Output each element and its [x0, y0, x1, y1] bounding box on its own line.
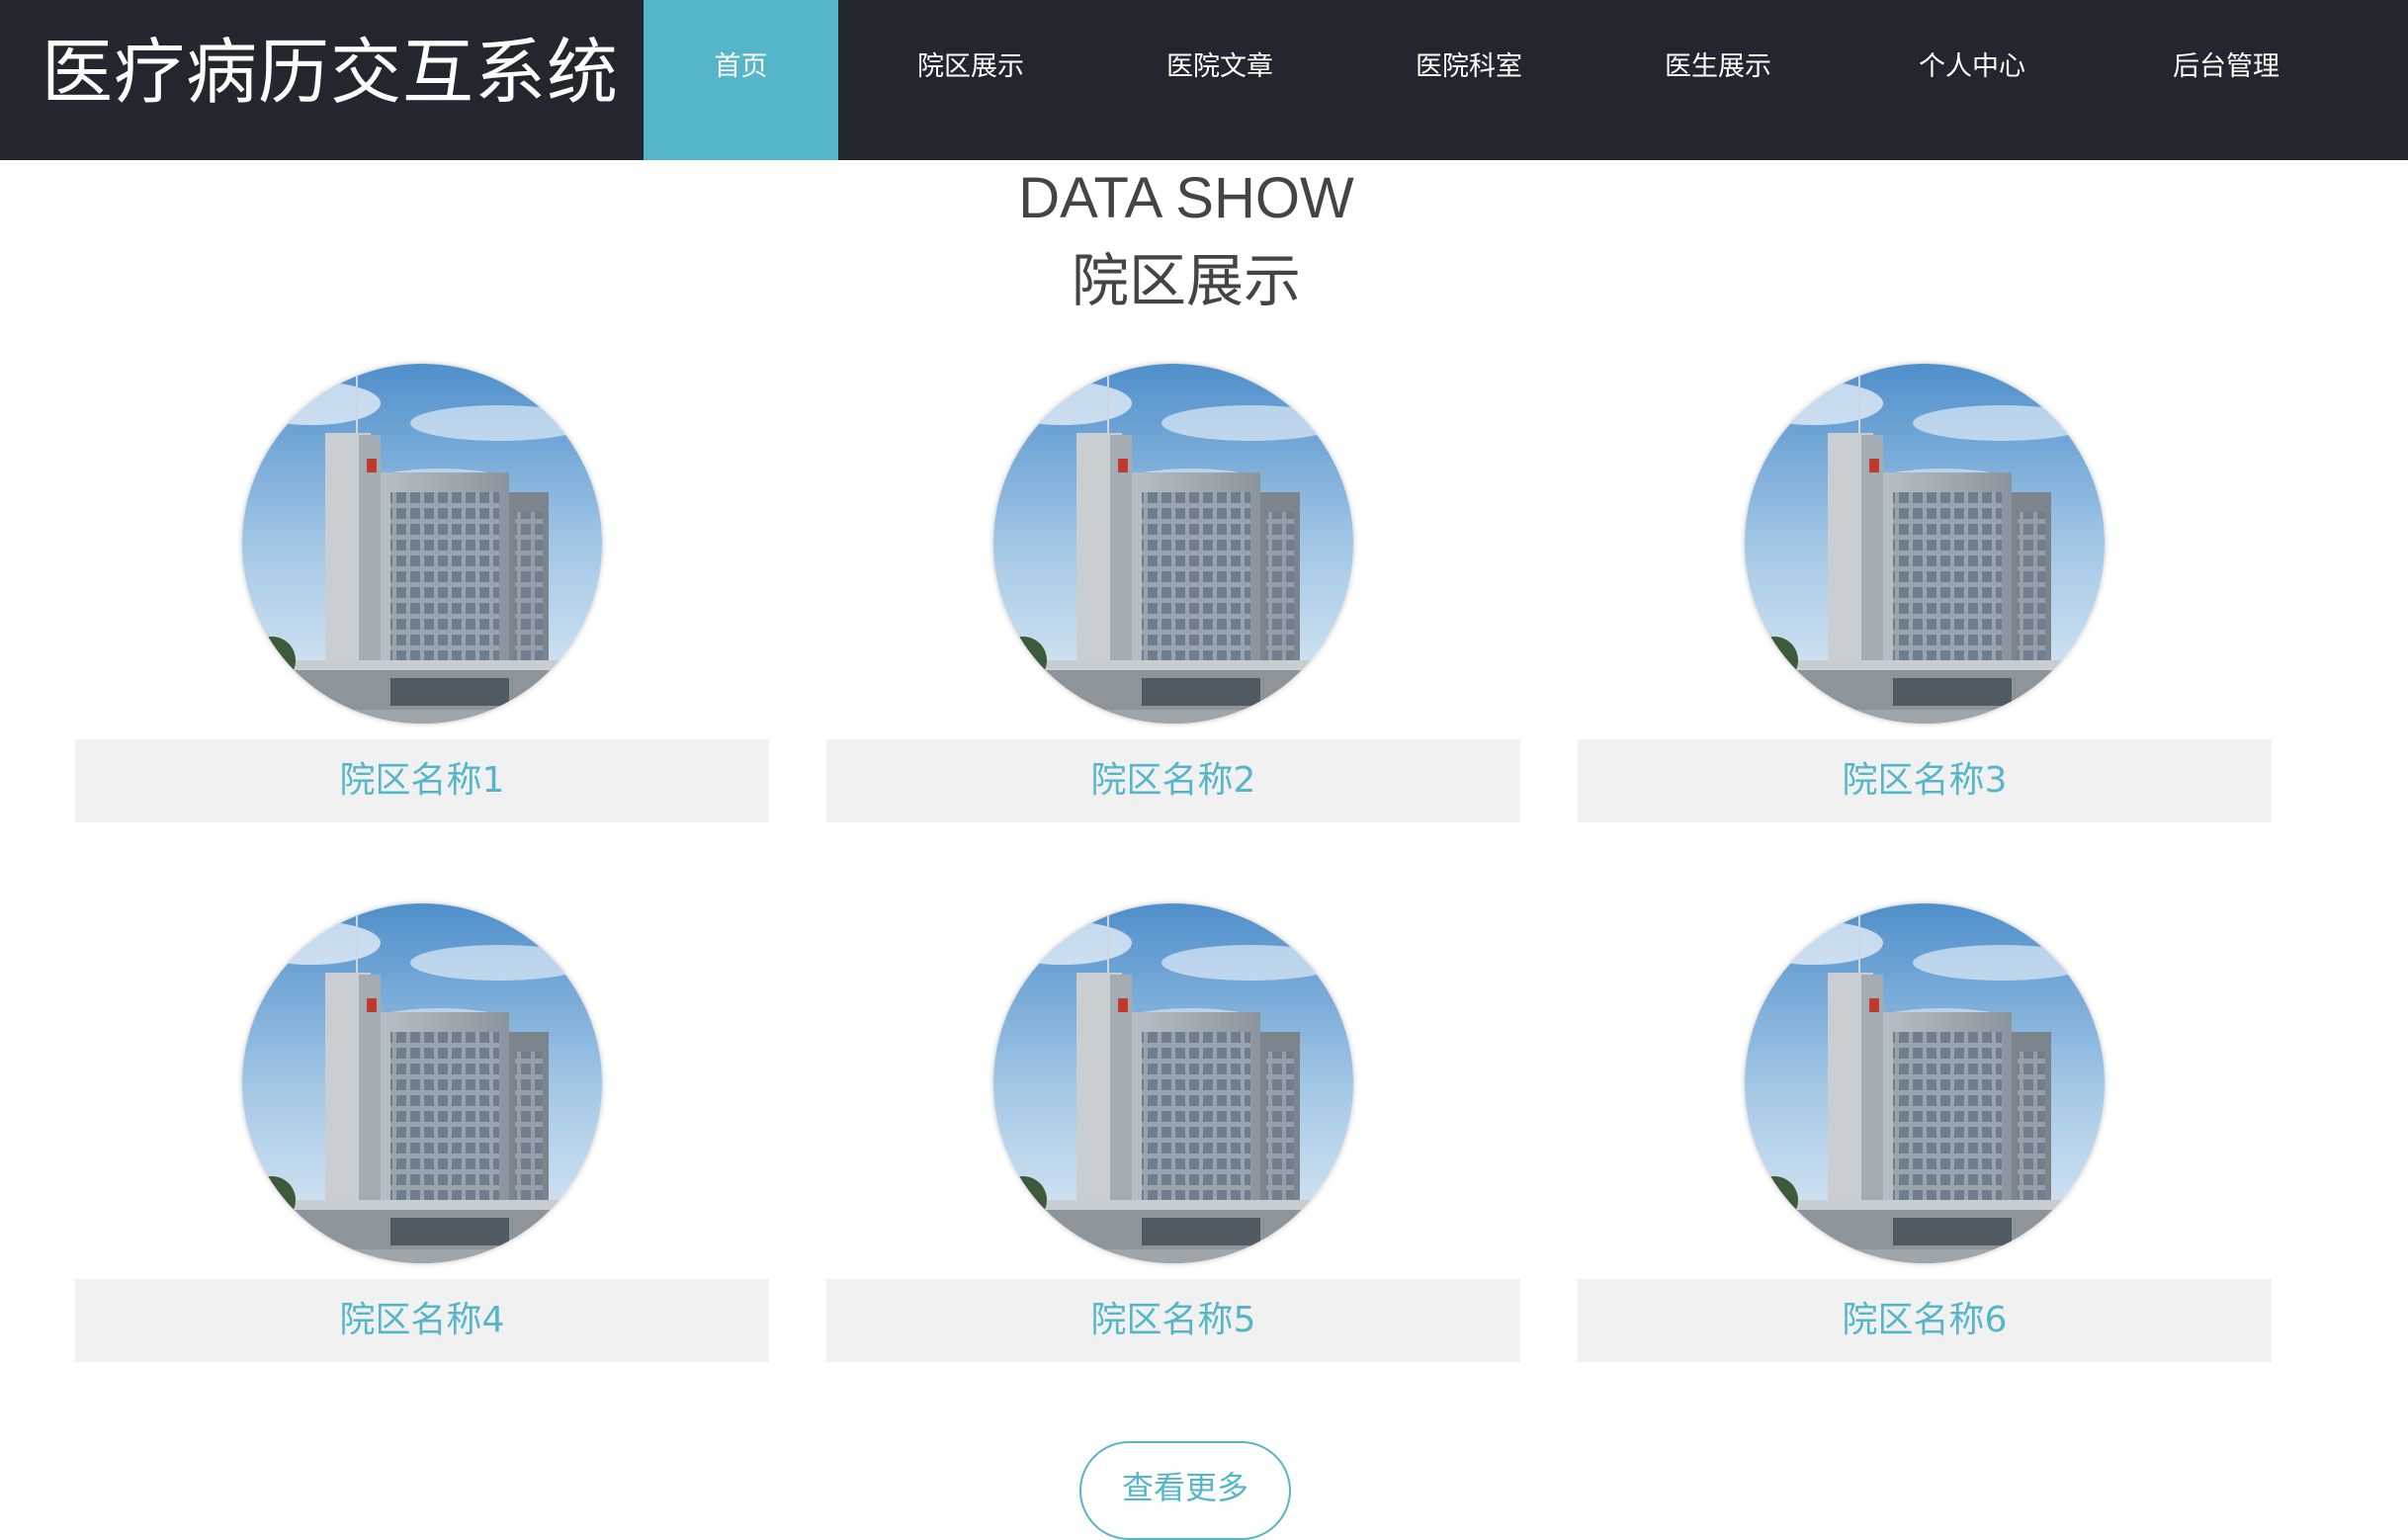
nav-item-articles[interactable]: 医院文章	[1121, 0, 1319, 160]
campus-photo[interactable]	[242, 364, 602, 724]
main-nav: 首页 院区展示 医院文章 医院科室 医生展示 个人中心 后台管理	[643, 0, 2408, 160]
campus-name[interactable]: 院区名称6	[1578, 1279, 2272, 1362]
nav-item-admin[interactable]: 后台管理	[2127, 0, 2325, 160]
campus-name[interactable]: 院区名称3	[1578, 739, 2272, 822]
view-more-button[interactable]: 查看更多	[1079, 1441, 1291, 1540]
campus-card-6[interactable]: 院区名称6	[1578, 903, 2272, 1362]
campus-card-4[interactable]: 院区名称4	[75, 903, 769, 1362]
site-title: 医疗病历交互系统	[42, 31, 620, 114]
campus-photo[interactable]	[993, 903, 1353, 1263]
section-title-en: DATA SHOW	[1018, 166, 1354, 230]
campus-name[interactable]: 院区名称1	[75, 739, 769, 822]
campus-card-3[interactable]: 院区名称3	[1578, 364, 2272, 822]
campus-name[interactable]: 院区名称2	[826, 739, 1520, 822]
campus-name[interactable]: 院区名称4	[75, 1279, 769, 1362]
campus-photo[interactable]	[1745, 903, 2105, 1263]
campus-card-2[interactable]: 院区名称2	[826, 364, 1520, 822]
nav-item-profile[interactable]: 个人中心	[1873, 0, 2071, 160]
nav-item-campus[interactable]: 院区展示	[872, 0, 1070, 160]
section-title-zh: 院区展示	[1071, 247, 1301, 314]
campus-photo[interactable]	[242, 903, 602, 1263]
top-header: 医疗病历交互系统 首页 院区展示 医院文章 医院科室 医生展示 个人中心 后台管…	[0, 0, 2408, 160]
nav-item-doctors[interactable]: 医生展示	[1619, 0, 1817, 160]
campus-photo[interactable]	[993, 364, 1353, 724]
campus-card-1[interactable]: 院区名称1	[75, 364, 769, 822]
campus-name[interactable]: 院区名称5	[826, 1279, 1520, 1362]
campus-card-5[interactable]: 院区名称5	[826, 903, 1520, 1362]
nav-item-departments[interactable]: 医院科室	[1370, 0, 1568, 160]
nav-item-home[interactable]: 首页	[644, 0, 838, 160]
campus-photo[interactable]	[1745, 364, 2105, 724]
